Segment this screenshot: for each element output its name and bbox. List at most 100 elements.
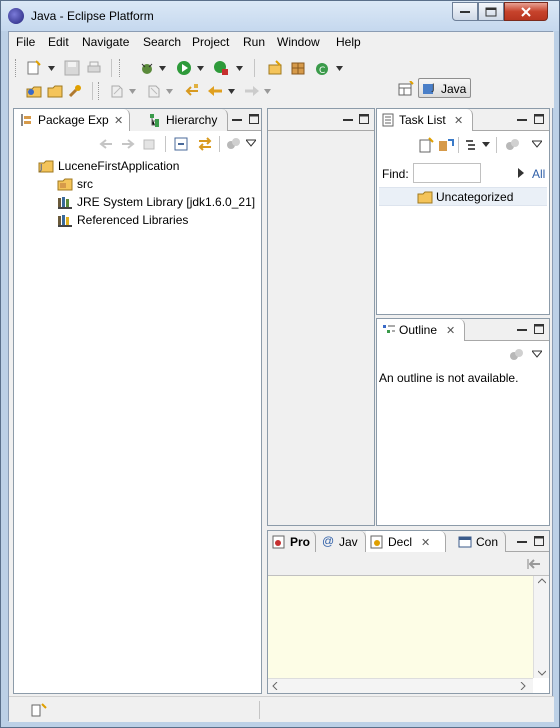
close-tab-icon[interactable]: ✕: [421, 536, 430, 549]
close-tab-icon[interactable]: ✕: [454, 114, 463, 127]
view-menu-icon[interactable]: [532, 350, 542, 358]
maximize-view-icon[interactable]: [534, 324, 544, 334]
maximize-button[interactable]: [478, 2, 504, 21]
tab-label: Package Exp: [38, 113, 109, 127]
status-bar: [9, 696, 554, 722]
focus-on-task-icon[interactable]: [226, 137, 242, 151]
menu-help[interactable]: Help: [336, 35, 361, 49]
tree-item-label: src: [77, 177, 93, 191]
toolbar-grip[interactable]: [15, 59, 18, 77]
menu-window[interactable]: Window: [277, 35, 320, 49]
chevron-down-icon[interactable]: [48, 65, 55, 73]
tab-label: Task List: [399, 113, 446, 127]
maximize-view-icon[interactable]: [359, 114, 369, 124]
close-tab-icon[interactable]: ✕: [114, 114, 123, 127]
tab-javadoc[interactable]: @ Jav: [316, 531, 366, 553]
chevron-down-icon[interactable]: [236, 65, 243, 73]
open-declaration-icon[interactable]: [526, 557, 542, 571]
source-folder-icon: [57, 178, 73, 191]
close-window-button[interactable]: [504, 2, 548, 21]
tab-outline[interactable]: Outline ✕: [377, 319, 465, 341]
focus-on-task-icon[interactable]: [505, 138, 521, 152]
new-class-icon[interactable]: C: [314, 60, 330, 76]
menu-search[interactable]: Search: [143, 35, 181, 49]
back-nav-icon[interactable]: [98, 137, 114, 151]
external-tools-icon[interactable]: [213, 60, 229, 76]
toolbar-grip[interactable]: [119, 59, 122, 77]
chevron-down-icon[interactable]: [197, 65, 204, 73]
view-menu-icon[interactable]: [246, 139, 256, 147]
save-icon[interactable]: [64, 60, 80, 76]
run-icon[interactable]: [176, 60, 192, 76]
chevron-down-icon[interactable]: [159, 65, 166, 73]
horizontal-scrollbar[interactable]: [268, 678, 533, 693]
open-perspective-icon[interactable]: [398, 81, 414, 97]
categorize-icon[interactable]: [465, 139, 479, 151]
bottom-tabs: Pro @ Jav Decl ✕ Con: [268, 531, 549, 553]
chevron-down-icon[interactable]: [228, 88, 235, 96]
menu-edit[interactable]: Edit: [48, 35, 69, 49]
minimize-view-icon[interactable]: [343, 114, 353, 124]
next-annotation-icon[interactable]: [109, 83, 125, 99]
scroll-down-icon[interactable]: [538, 670, 546, 676]
java-perspective-button[interactable]: J Java: [418, 78, 471, 98]
open-type-icon[interactable]: [26, 83, 42, 99]
scroll-left-icon[interactable]: [272, 682, 278, 690]
maximize-view-icon[interactable]: [534, 114, 544, 124]
menu-run[interactable]: Run: [243, 35, 265, 49]
scroll-up-icon[interactable]: [538, 578, 546, 584]
new-wizard-icon[interactable]: [26, 60, 42, 76]
minimize-view-icon[interactable]: [232, 114, 242, 124]
chevron-down-icon[interactable]: [264, 88, 271, 96]
chevron-down-icon[interactable]: [166, 88, 173, 96]
focus-on-task-icon[interactable]: [509, 348, 525, 362]
new-package-icon[interactable]: [290, 60, 306, 76]
print-icon[interactable]: [86, 60, 102, 76]
menu-navigate[interactable]: Navigate: [82, 35, 129, 49]
chevron-down-icon[interactable]: [482, 142, 490, 148]
menu-project[interactable]: Project: [192, 35, 229, 49]
menu-bar: File Edit Navigate Search Project Run Wi…: [9, 32, 554, 52]
open-folder-icon[interactable]: [47, 83, 63, 99]
toolbar-grip[interactable]: [98, 82, 101, 100]
title-bar[interactable]: Java - Eclipse Platform: [1, 1, 559, 31]
minimize-view-icon[interactable]: [517, 324, 527, 334]
tab-problems[interactable]: Pro: [268, 531, 316, 553]
last-edit-location-icon[interactable]: [184, 83, 200, 99]
chevron-right-icon[interactable]: [518, 168, 524, 178]
back-icon[interactable]: [207, 83, 223, 99]
tab-task-list[interactable]: Task List ✕: [377, 109, 473, 131]
menu-file[interactable]: File: [16, 35, 35, 49]
collapse-all-icon[interactable]: [174, 137, 190, 151]
svg-text:C: C: [319, 66, 325, 76]
minimize-view-icon[interactable]: [517, 536, 527, 546]
maximize-view-icon[interactable]: [249, 114, 259, 124]
tab-package-explorer[interactable]: Package Exp ✕: [14, 109, 130, 131]
link-with-editor-icon[interactable]: [196, 137, 214, 151]
new-java-project-icon[interactable]: [267, 60, 283, 76]
search-icon[interactable]: [67, 83, 83, 99]
all-link[interactable]: All: [532, 167, 545, 181]
minimize-button[interactable]: [452, 2, 478, 21]
new-task-icon[interactable]: [418, 137, 434, 153]
vertical-scrollbar[interactable]: [533, 576, 549, 678]
forward-nav-icon[interactable]: [120, 137, 136, 151]
category-row[interactable]: Uncategorized: [379, 187, 547, 206]
minimize-view-icon[interactable]: [517, 114, 527, 124]
close-tab-icon[interactable]: ✕: [446, 324, 455, 337]
forward-icon[interactable]: [244, 83, 260, 99]
up-nav-icon[interactable]: [142, 137, 158, 151]
scroll-right-icon[interactable]: [520, 682, 526, 690]
tab-declaration[interactable]: Decl ✕: [366, 531, 446, 553]
previous-annotation-icon[interactable]: [146, 83, 162, 99]
fast-view-icon[interactable]: [31, 703, 47, 717]
debug-icon[interactable]: [139, 60, 155, 76]
chevron-down-icon[interactable]: [129, 88, 136, 96]
tab-hierarchy[interactable]: Hierarchy: [130, 109, 228, 131]
chevron-down-icon[interactable]: [336, 65, 343, 73]
view-menu-icon[interactable]: [532, 140, 542, 148]
tab-console[interactable]: Con: [446, 531, 506, 553]
synchronize-icon[interactable]: [438, 137, 454, 153]
maximize-view-icon[interactable]: [534, 536, 544, 546]
find-input[interactable]: [413, 163, 481, 183]
